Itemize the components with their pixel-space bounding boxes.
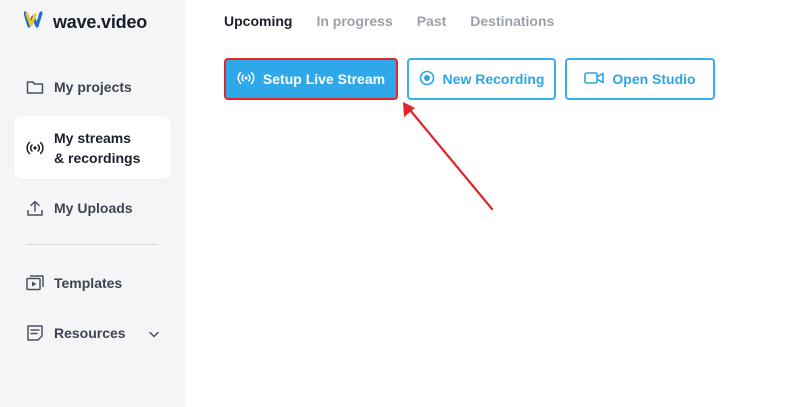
app-root: wave.video My projects My streams & reco… [0,0,800,407]
annotation-arrow [403,102,494,211]
